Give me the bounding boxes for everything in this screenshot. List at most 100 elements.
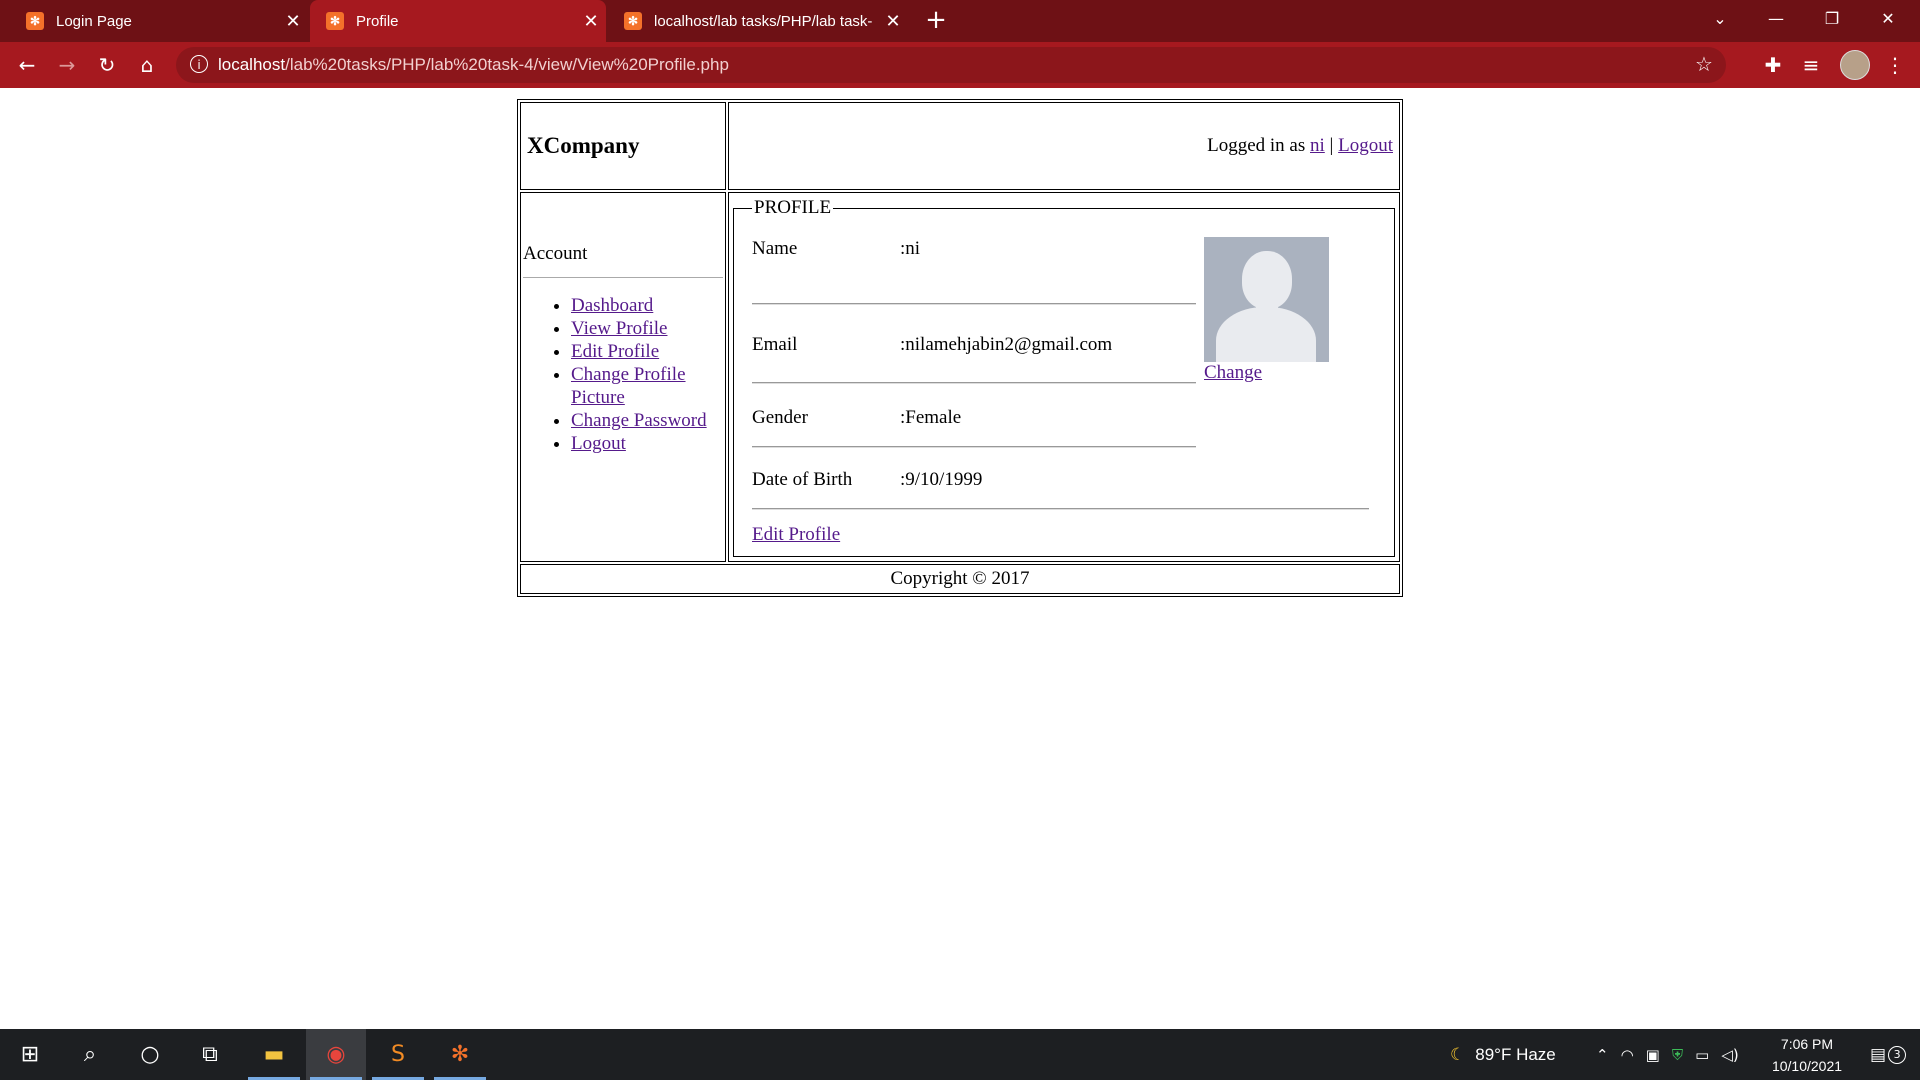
notification-center-icon[interactable]: ▤ 3 bbox=[1870, 1029, 1907, 1080]
site-info-icon[interactable]: i bbox=[190, 55, 208, 73]
xampp-favicon-icon: ✻ bbox=[26, 12, 44, 30]
close-tab-icon[interactable]: ✕ bbox=[878, 11, 908, 32]
sidebar-title: Account bbox=[523, 243, 588, 264]
network-icon[interactable]: ◠ bbox=[1621, 1046, 1634, 1064]
main-content: PROFILE Name :ni Email :nilamehjabin2@gm… bbox=[728, 192, 1400, 562]
task-view-icon[interactable]: ⧉ bbox=[180, 1029, 240, 1080]
windows-taskbar: ⊞ ⌕ ○ ⧉ ▬ ◉ S ✻ ☾ 89°F Haze ⌃ ◠ ▣ ⛨ ▭ ◁)… bbox=[0, 1029, 1920, 1080]
sidebar: Account Dashboard View Profile Edit Prof… bbox=[520, 192, 726, 562]
bookmark-star-icon[interactable]: ☆ bbox=[1689, 49, 1719, 79]
field-value: :9/10/1999 bbox=[900, 469, 983, 490]
field-value: :nilamehjabin2@gmail.com bbox=[900, 334, 1113, 355]
back-arrow-icon[interactable]: ← bbox=[12, 50, 42, 80]
url-host: localhost bbox=[218, 55, 286, 74]
change-picture-link[interactable]: Change bbox=[1204, 362, 1262, 383]
sidebar-menu: Dashboard View Profile Edit Profile Chan… bbox=[521, 294, 725, 455]
profile-avatar-icon[interactable] bbox=[1840, 50, 1870, 80]
minimize-button[interactable]: — bbox=[1748, 0, 1804, 40]
view-profile-link[interactable]: View Profile bbox=[571, 318, 667, 339]
weather-widget[interactable]: ☾ 89°F Haze bbox=[1450, 1029, 1556, 1080]
clock-time: 7:06 PM bbox=[1780, 1036, 1834, 1052]
notification-count: 3 bbox=[1888, 1045, 1907, 1064]
field-label: Name bbox=[752, 238, 798, 259]
profile-picture bbox=[1204, 237, 1329, 362]
sidebar-item-change-password: Change Password bbox=[571, 409, 725, 432]
edit-profile-button[interactable]: Edit Profile bbox=[752, 524, 840, 545]
address-bar[interactable]: i localhost/lab%20tasks/PHP/lab%20task-4… bbox=[176, 47, 1726, 83]
notification-icon: ▤ bbox=[1870, 1044, 1887, 1065]
tab-title: Profile bbox=[356, 12, 399, 30]
tab-title: localhost/lab tasks/PHP/lab task- bbox=[654, 12, 873, 30]
reload-icon[interactable]: ↻ bbox=[92, 50, 122, 80]
system-clock[interactable]: 7:06 PM 10/10/2021 bbox=[1762, 1033, 1852, 1077]
file-explorer-icon[interactable]: ▬ bbox=[244, 1029, 304, 1080]
field-value: :ni bbox=[900, 238, 921, 259]
url-text[interactable]: localhost/lab%20tasks/PHP/lab%20task-4/v… bbox=[218, 47, 729, 83]
divider bbox=[752, 303, 1196, 305]
divider bbox=[752, 446, 1196, 448]
separator: | bbox=[1324, 135, 1339, 156]
weather-text: 89°F Haze bbox=[1475, 1044, 1556, 1064]
logged-in-label: Logged in as bbox=[1207, 135, 1311, 156]
footer-copyright: Copyright © 2017 bbox=[520, 564, 1400, 594]
page-viewport: XCompany Logged in as ni | Logout Accoun… bbox=[0, 88, 1920, 1029]
browser-toolbar: ← → ↻ ⌂ i localhost/lab%20tasks/PHP/lab%… bbox=[0, 42, 1920, 88]
username-link[interactable]: ni bbox=[1310, 135, 1325, 156]
edit-profile-link[interactable]: Edit Profile bbox=[571, 341, 659, 362]
avatar-silhouette-head bbox=[1242, 251, 1292, 309]
url-path: /lab%20tasks/PHP/lab%20task-4/view/View%… bbox=[285, 55, 729, 74]
field-row-dob: Date of Birth :9/10/1999 bbox=[752, 460, 1376, 500]
restore-button[interactable]: ❐ bbox=[1804, 0, 1860, 40]
profile-picture-block: Change bbox=[1204, 237, 1334, 384]
volume-icon[interactable]: ◁) bbox=[1721, 1046, 1738, 1064]
extensions-puzzle-icon[interactable]: ✚ bbox=[1758, 50, 1788, 80]
menu-kebab-icon[interactable]: ⋮ bbox=[1880, 50, 1910, 80]
dashboard-link[interactable]: Dashboard bbox=[571, 295, 653, 316]
divider bbox=[752, 382, 1196, 384]
sublime-text-icon[interactable]: S bbox=[368, 1029, 428, 1080]
sidebar-item-logout: Logout bbox=[571, 432, 725, 455]
windows-start-icon[interactable]: ⊞ bbox=[0, 1029, 60, 1080]
profile-legend: PROFILE bbox=[754, 197, 832, 218]
search-icon[interactable]: ⌕ bbox=[60, 1029, 120, 1080]
new-tab-button[interactable]: + bbox=[922, 6, 950, 36]
tab-title: Login Page bbox=[56, 12, 132, 30]
company-name: XCompany bbox=[520, 102, 726, 190]
sidebar-logout-link[interactable]: Logout bbox=[571, 433, 626, 454]
tab-localhost[interactable]: ✻ localhost/lab tasks/PHP/lab task- ✕ bbox=[608, 0, 908, 42]
tab-login-page[interactable]: ✻ Login Page ✕ bbox=[0, 0, 308, 42]
browser-tab-strip: ✻ Login Page ✕ ✻ Profile ✕ ✻ localhost/l… bbox=[0, 0, 1920, 42]
sidebar-item-edit-profile: Edit Profile bbox=[571, 340, 725, 363]
chrome-icon[interactable]: ◉ bbox=[306, 1029, 366, 1080]
layout-table: XCompany Logged in as ni | Logout Accoun… bbox=[517, 99, 1403, 597]
close-tab-icon[interactable]: ✕ bbox=[576, 11, 606, 32]
xampp-favicon-icon: ✻ bbox=[624, 12, 642, 30]
tab-profile[interactable]: ✻ Profile ✕ bbox=[310, 0, 606, 42]
change-profile-picture-link[interactable]: Change Profile Picture bbox=[571, 364, 686, 408]
sidebar-item-dashboard: Dashboard bbox=[571, 294, 725, 317]
xampp-favicon-icon: ✻ bbox=[326, 12, 344, 30]
security-shield-icon[interactable]: ⛨ bbox=[1672, 1046, 1683, 1064]
field-label: Email bbox=[752, 334, 798, 355]
close-window-button[interactable]: ✕ bbox=[1860, 0, 1916, 40]
field-row-gender: Gender :Female bbox=[752, 398, 1196, 438]
close-tab-icon[interactable]: ✕ bbox=[278, 11, 308, 32]
divider bbox=[523, 277, 723, 278]
moon-cloud-icon: ☾ bbox=[1450, 1044, 1466, 1065]
header-logout-link[interactable]: Logout bbox=[1338, 135, 1393, 156]
tray-icons: ⌃ ◠ ▣ ⛨ ▭ ◁) bbox=[1596, 1029, 1739, 1080]
field-label: Date of Birth bbox=[752, 469, 853, 490]
forward-arrow-icon[interactable]: → bbox=[52, 50, 82, 80]
battery-icon[interactable]: ▭ bbox=[1695, 1046, 1709, 1064]
meet-now-icon[interactable]: ▣ bbox=[1646, 1046, 1660, 1064]
home-icon[interactable]: ⌂ bbox=[132, 50, 162, 80]
media-control-icon[interactable]: ≡ bbox=[1796, 50, 1826, 80]
change-password-link[interactable]: Change Password bbox=[571, 410, 707, 431]
field-label: Gender bbox=[752, 407, 808, 428]
chevron-up-icon[interactable]: ⌃ bbox=[1596, 1046, 1609, 1064]
cortana-icon[interactable]: ○ bbox=[120, 1029, 180, 1080]
field-row-name: Name :ni bbox=[752, 229, 1196, 269]
xampp-icon[interactable]: ✻ bbox=[430, 1029, 490, 1080]
sidebar-item-change-picture: Change Profile Picture bbox=[571, 363, 725, 409]
tab-search-chevron-icon[interactable]: ⌄ bbox=[1692, 0, 1748, 40]
